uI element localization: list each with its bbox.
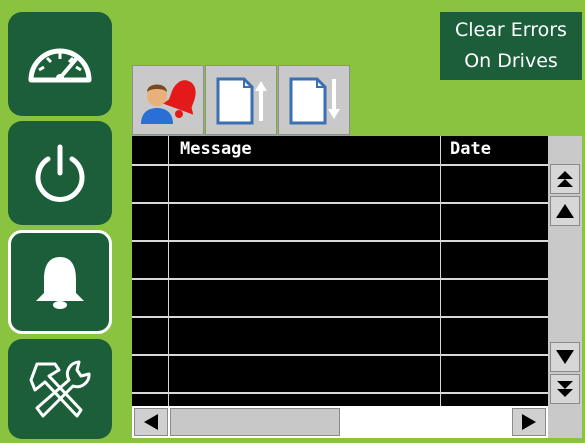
table-row	[132, 202, 548, 204]
arrow-right-icon	[522, 414, 536, 430]
clear-errors-label-line1: Clear Errors	[455, 19, 567, 41]
hmi-screen: Clear Errors On Drives Message Date	[0, 0, 585, 443]
document-up-icon	[216, 77, 267, 125]
document-down-icon	[289, 77, 340, 125]
scroll-up-button[interactable]	[550, 196, 580, 226]
power-icon	[35, 144, 85, 202]
horizontal-scrollbar[interactable]	[132, 406, 548, 438]
table-row	[132, 278, 548, 280]
scroll-page-up-button[interactable]	[550, 164, 580, 194]
hammer-wrench-icon	[29, 360, 91, 418]
arrow-down-icon	[556, 350, 574, 364]
table-row	[132, 164, 548, 166]
clear-errors-label-line2: On Drives	[464, 50, 558, 72]
double-arrow-up-icon	[557, 171, 573, 187]
export-button[interactable]	[205, 65, 277, 135]
table-row	[132, 316, 548, 318]
column-divider	[440, 136, 441, 406]
scroll-left-button[interactable]	[134, 408, 168, 436]
scroll-page-down-button[interactable]	[550, 374, 580, 404]
acknowledge-alarm-button[interactable]	[132, 65, 204, 135]
scrollbar-corner	[548, 406, 582, 438]
vertical-scrollbar[interactable]	[548, 136, 582, 406]
nav-tools-button[interactable]	[8, 339, 112, 439]
horizontal-scroll-thumb[interactable]	[170, 408, 340, 436]
scroll-down-button[interactable]	[550, 342, 580, 372]
nav-dashboard-button[interactable]	[8, 12, 112, 116]
import-button[interactable]	[278, 65, 350, 135]
bell-icon	[36, 257, 84, 309]
table-row	[132, 354, 548, 356]
scroll-right-button[interactable]	[512, 408, 546, 436]
column-header-date: Date	[450, 139, 491, 159]
user-bell-icon	[141, 80, 196, 124]
nav-alarms-button[interactable]	[8, 230, 112, 334]
double-arrow-down-icon	[557, 381, 573, 397]
column-header-message: Message	[180, 139, 252, 159]
nav-power-button[interactable]	[8, 121, 112, 225]
table-row	[132, 240, 548, 242]
arrow-up-icon	[556, 204, 574, 218]
arrow-left-icon	[144, 414, 158, 430]
clear-errors-button[interactable]: Clear Errors On Drives	[440, 12, 582, 80]
column-divider	[168, 136, 169, 406]
table-header: Message Date	[132, 136, 548, 164]
table-row	[132, 392, 548, 394]
speedometer-icon	[28, 48, 92, 83]
alarm-table[interactable]: Message Date	[132, 136, 548, 406]
